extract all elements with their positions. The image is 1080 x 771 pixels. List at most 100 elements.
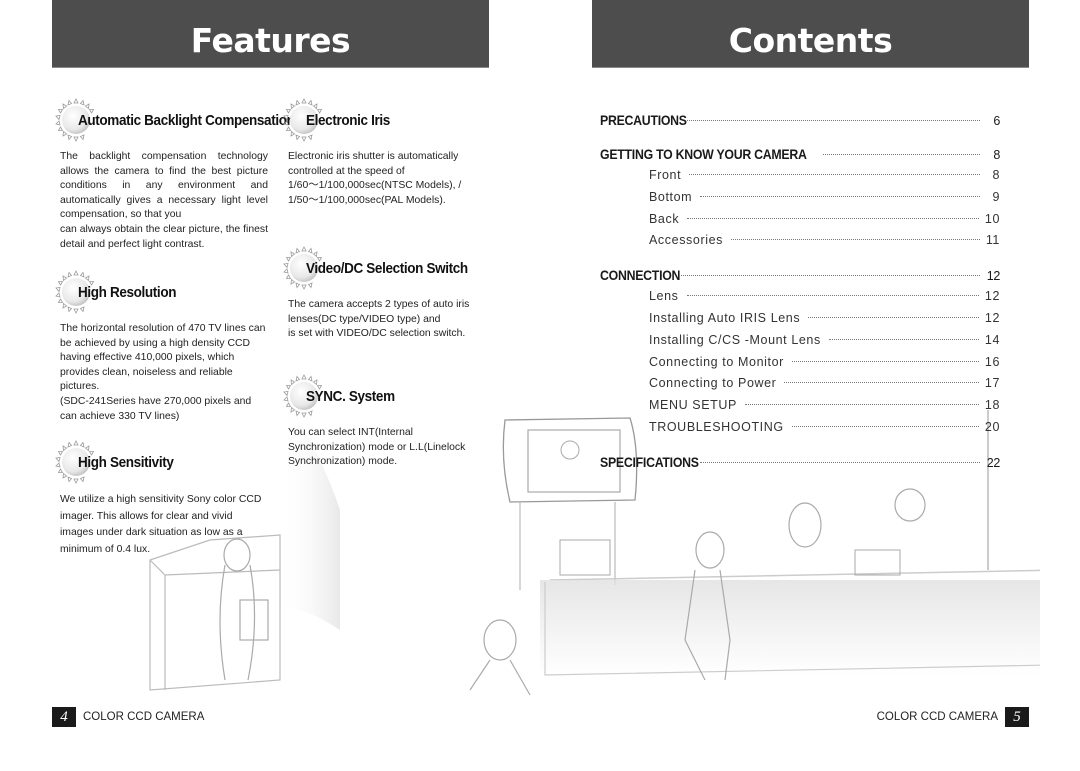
- feature-text: Synchronization) mode.: [288, 456, 398, 468]
- feature-text: can always obtain the clear picture, the…: [60, 223, 268, 250]
- footer-left: 4 COLOR CCD CAMERA: [52, 707, 211, 727]
- feature-electronic-iris: Electronic Iris Electronic iris shutter …: [288, 98, 480, 208]
- feature-description: The horizontal resolution of 470 TV line…: [60, 322, 268, 424]
- toc-section: PRECAUTIONS 6: [600, 112, 1000, 134]
- toc-section: SPECIFICATIONS 22: [600, 454, 1000, 476]
- toc-leader-dots: [828, 338, 979, 340]
- toc-page-number: 8: [992, 168, 1000, 182]
- toc-leader-dots: [686, 120, 980, 121]
- toc-page-number: 22: [986, 455, 1001, 470]
- toc-leader-dots: [744, 404, 979, 406]
- feature-title: High Resolution: [78, 283, 177, 301]
- feature-high-resolution: High Resolution The horizontal resolutio…: [60, 270, 268, 424]
- toc-leader-dots: [679, 275, 980, 277]
- toc-label: Back: [649, 211, 680, 226]
- feature-description: Electronic iris shutter is automatically…: [288, 150, 480, 208]
- footer-right: COLOR CCD CAMERA 5: [870, 707, 1029, 727]
- feature-high-sensitivity: High Sensitivity We utilize a high sensi…: [60, 440, 264, 558]
- feature-text: The horizontal resolution of 470 TV line…: [60, 323, 266, 393]
- toc-subsection: Connecting to Monitor 16: [600, 355, 1000, 377]
- toc-label: TROUBLESHOOTING: [649, 419, 784, 434]
- toc-leader-dots: [784, 382, 979, 384]
- features-banner: Features: [52, 0, 489, 68]
- toc-subsection: Front 8: [600, 168, 1000, 190]
- toc-leader-dots: [687, 217, 979, 219]
- toc-label: Bottom: [649, 189, 693, 204]
- feature-sync-system: SYNC. System You can select INT(Internal…: [288, 374, 488, 470]
- feature-text: You can select INT(Internal: [288, 427, 413, 438]
- toc-page-number: 8: [993, 148, 1000, 162]
- toc-page-number: 9: [992, 189, 1000, 204]
- toc-leader-dots: [730, 239, 980, 241]
- toc-subsection: Accessories 11: [600, 233, 1000, 255]
- footer-label: COLOR CCD CAMERA: [83, 711, 205, 723]
- toc-label: Connecting to Monitor: [649, 354, 784, 369]
- page-title-contents: Contents: [728, 21, 893, 60]
- page-number: 5: [1005, 707, 1029, 727]
- feature-description: The backlight compensation technology al…: [60, 150, 268, 252]
- toc-leader-dots: [822, 154, 980, 155]
- toc-page-number: 17: [984, 376, 1000, 391]
- toc-subsection: Installing C/CS -Mount Lens 14: [600, 333, 1000, 355]
- toc-page-number: 16: [984, 354, 1000, 369]
- toc-page-number: 20: [984, 419, 1000, 434]
- feature-backlight-compensation: Automatic Backlight Compensation The bac…: [60, 98, 295, 252]
- toc-leader-dots: [791, 425, 979, 427]
- toc-page-number: 14: [984, 332, 1000, 347]
- feature-title: Electronic Iris: [306, 111, 390, 129]
- feature-title: High Sensitivity: [78, 453, 174, 471]
- feature-title: Video/DC Selection Switch: [306, 259, 468, 277]
- feature-text: is set with VIDEO/DC selection switch.: [288, 328, 466, 340]
- toc-subsection: TROUBLESHOOTING 20: [600, 420, 1000, 442]
- footer-label: COLOR CCD CAMERA: [876, 711, 998, 723]
- toc-label: GETTING TO KNOW YOUR CAMERA: [600, 146, 807, 162]
- page-number: 4: [52, 707, 76, 727]
- toc-leader-dots: [808, 316, 979, 318]
- toc-subsection: Bottom 9: [600, 190, 1000, 212]
- toc-page-number: 12: [984, 310, 1000, 325]
- toc-section: GETTING TO KNOW YOUR CAMERA 8: [600, 146, 1000, 168]
- page-title-features: Features: [190, 21, 351, 60]
- toc-leader-dots: [700, 461, 980, 463]
- toc-leader-dots: [791, 360, 979, 362]
- toc-subsection: Installing Auto IRIS Lens 12: [600, 311, 1000, 333]
- toc-subsection: Back 10: [600, 212, 1000, 234]
- toc-label: Accessories: [649, 233, 723, 248]
- feature-text: The backlight compensation technology al…: [60, 151, 268, 221]
- toc-leader-dots: [686, 295, 979, 297]
- feature-description: You can select INT(Internal Synchronizat…: [288, 426, 488, 470]
- feature-title: Automatic Backlight Compensation: [78, 111, 295, 129]
- toc-label: SPECIFICATIONS: [600, 453, 699, 470]
- table-of-contents: PRECAUTIONS 6 GETTING TO KNOW YOUR CAMERA 8…: [600, 112, 1000, 476]
- toc-label: PRECAUTIONS: [600, 112, 687, 128]
- feature-title: SYNC. System: [306, 387, 395, 405]
- toc-subsection: MENU SETUP 18: [600, 398, 1000, 420]
- feature-video-dc-switch: Video/DC Selection Switch The camera acc…: [288, 246, 484, 342]
- feature-text: We utilize a high sensitivity Sony color…: [60, 494, 262, 555]
- feature-text: Synchronization) mode or L.L(Linelock: [288, 441, 466, 453]
- feature-text: 1/60～1/100,000sec(NTSC Models), /: [288, 180, 462, 192]
- toc-label: Connecting to Power: [649, 376, 777, 391]
- toc-label: Front: [649, 168, 682, 182]
- feature-text: Electronic iris shutter is automatically…: [288, 151, 459, 177]
- toc-page-number: 12: [984, 289, 1000, 304]
- toc-leader-dots: [700, 195, 980, 197]
- toc-page-number: 12: [986, 269, 1001, 284]
- toc-leader-dots: [689, 174, 980, 175]
- feature-description: The camera accepts 2 types of auto iris …: [288, 298, 484, 342]
- toc-section: CONNECTION 12: [600, 267, 1000, 289]
- toc-label: CONNECTION: [600, 267, 681, 284]
- toc-subsection: Connecting to Power 17: [600, 376, 1000, 398]
- contents-banner: Contents: [592, 0, 1029, 68]
- toc-label: Installing C/CS -Mount Lens: [649, 332, 821, 347]
- toc-page-number: 18: [984, 398, 1000, 413]
- toc-label: Installing Auto IRIS Lens: [649, 310, 801, 325]
- toc-page-number: 11: [985, 233, 1000, 248]
- feature-description: We utilize a high sensitivity Sony color…: [60, 492, 264, 558]
- toc-page-number: 10: [984, 211, 1000, 226]
- toc-label: MENU SETUP: [649, 398, 737, 413]
- toc-page-number: 6: [993, 114, 1000, 128]
- toc-label: Lens: [649, 289, 679, 304]
- feature-text: The camera accepts 2 types of auto iris …: [288, 299, 470, 325]
- toc-subsection: Lens 12: [600, 289, 1000, 311]
